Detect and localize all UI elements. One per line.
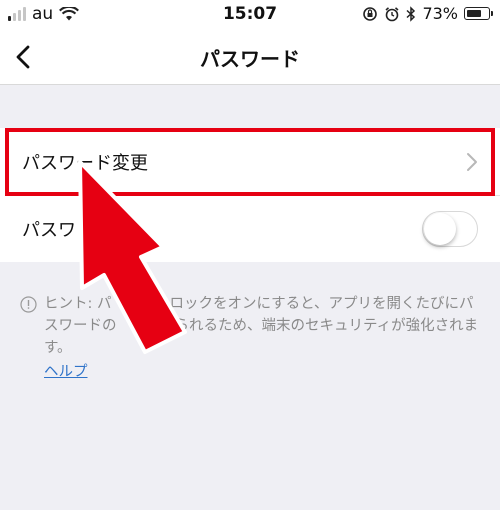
status-right: 73%: [362, 4, 493, 23]
alarm-icon: [385, 6, 399, 21]
help-link[interactable]: ヘルプ: [44, 360, 88, 381]
battery-icon: [464, 7, 493, 20]
settings-list: パスワード変更 パスワ: [0, 128, 500, 262]
password-lock-row: パスワ: [0, 195, 500, 262]
change-password-row[interactable]: パスワード変更: [0, 128, 500, 195]
chevron-right-icon: [467, 153, 477, 171]
screen: au 15:07 73% パスワード パスワード変更 パスワ ヒント: パ ロッ…: [0, 0, 500, 510]
password-lock-toggle[interactable]: [422, 211, 478, 247]
toggle-knob: [424, 213, 456, 245]
navigation-bar: パスワード: [0, 30, 500, 85]
hint-block: ヒント: パ ロックをオンにすると、アプリを開くたびにパスワードの 求められるた…: [20, 293, 485, 359]
status-bar: au 15:07 73%: [0, 0, 500, 30]
info-icon: [20, 296, 37, 313]
battery-fill: [466, 9, 482, 17]
orientation-lock-icon: [363, 6, 378, 21]
hint-text: ヒント: パ ロックをオンにすると、アプリを開くたびにパスワードの 求められるた…: [44, 296, 479, 356]
battery-percent: 73%: [422, 4, 458, 23]
bluetooth-icon: [406, 5, 416, 22]
password-lock-label: パスワ: [22, 219, 76, 241]
change-password-label: パスワード変更: [22, 152, 148, 174]
page-title: パスワード: [200, 47, 300, 71]
